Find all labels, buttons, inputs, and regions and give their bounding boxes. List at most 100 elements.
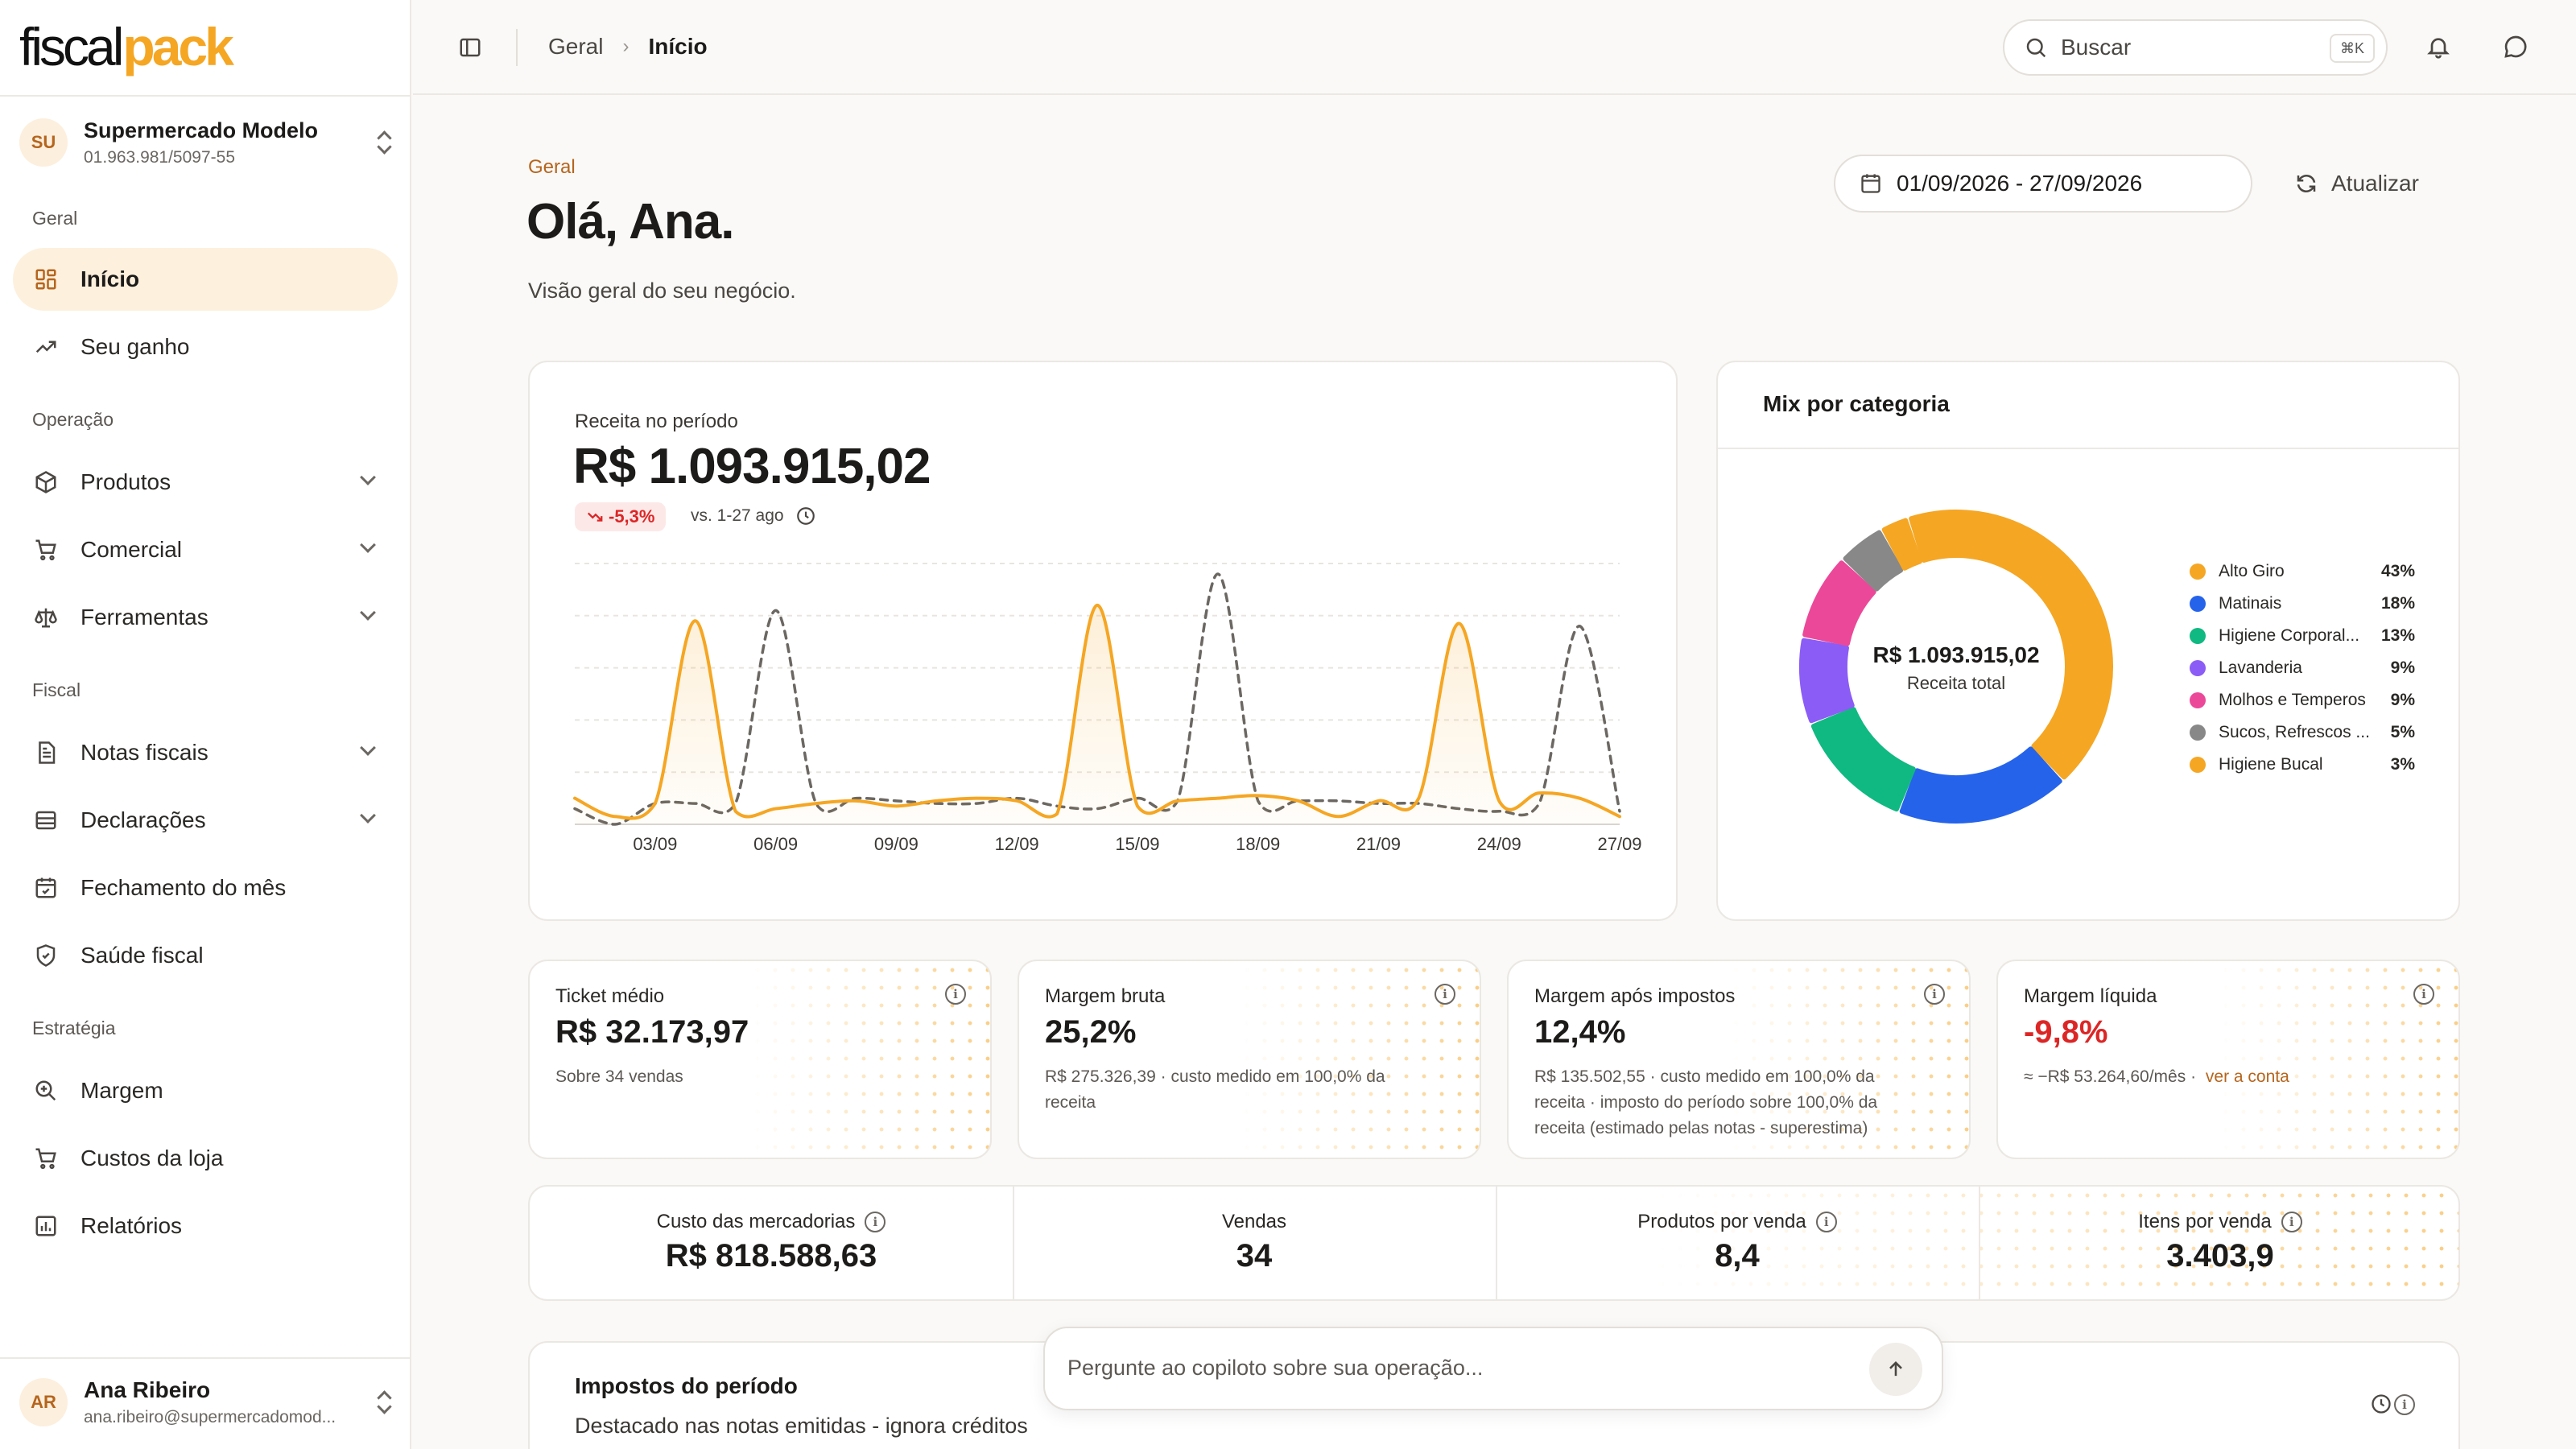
- brand-logo-part2: pack: [122, 17, 233, 76]
- calendar-check-icon: [35, 877, 56, 898]
- sidebar-item-margem[interactable]: Margem: [13, 1059, 398, 1122]
- kpi-card-margem-bruta: Margem bruta 25,2% R$ 275.326,39 · custo…: [1018, 960, 1481, 1159]
- legend-item: Higiene Corporal... 13%: [2190, 620, 2415, 652]
- kpi-card-ticket-medio: Ticket médio R$ 32.173,97 Sobre 34 venda…: [528, 960, 992, 1159]
- kpi-title: Margem líquida: [2024, 985, 2157, 1007]
- stats-strip: Custo das mercadorias i R$ 818.588,63 Ven…: [528, 1185, 2460, 1301]
- copilot-send-button[interactable]: [1869, 1343, 1922, 1396]
- sidebar-item-label: Fechamento do mês: [80, 875, 287, 900]
- legend-label: Higiene Corporal...: [2219, 626, 2360, 645]
- chat-icon[interactable]: [2503, 34, 2529, 60]
- legend-dot: [2190, 564, 2206, 580]
- company-switcher[interactable]: SU Supermercado Modelo 01.963.981/5097-5…: [19, 114, 394, 171]
- x-tick-label: 12/09: [994, 834, 1039, 854]
- ver-a-conta-link[interactable]: ver a conta: [2206, 1067, 2289, 1086]
- copilot-input[interactable]: Pergunte ao copiloto sobre sua operação.…: [1043, 1327, 1943, 1410]
- sidebar-item-label: Margem: [80, 1078, 163, 1103]
- chevron-right-icon: ›: [622, 35, 630, 57]
- search-input[interactable]: Buscar ⌘K: [2003, 19, 2388, 76]
- clock-icon[interactable]: [2370, 1393, 2392, 1415]
- date-range-picker[interactable]: 01/09/2026 - 27/09/2026: [1834, 155, 2252, 213]
- kpi-sub-text: ≈ −R$ 53.264,60/mês ·: [2024, 1067, 2197, 1086]
- sidebar-item-notas-fiscais[interactable]: Notas fiscais: [13, 721, 398, 784]
- breadcrumb: Geral › Início: [548, 34, 708, 60]
- legend-item: Matinais 18%: [2190, 588, 2415, 620]
- legend-pct: 9%: [2390, 658, 2415, 677]
- legend-label: Matinais: [2219, 594, 2282, 613]
- legend-item: Lavanderia 9%: [2190, 652, 2415, 684]
- legend-pct: 3%: [2390, 755, 2415, 774]
- sidebar-item-declaracoes[interactable]: Declarações: [13, 789, 398, 852]
- info-icon[interactable]: i: [945, 984, 966, 1005]
- legend-dot: [2190, 692, 2206, 708]
- kpi-value: R$ 32.173,97: [555, 1014, 749, 1050]
- sidebar-item-fechamento[interactable]: Fechamento do mês: [13, 857, 398, 919]
- sidebar-section-geral: Geral: [32, 208, 78, 229]
- company-name: Supermercado Modelo: [84, 118, 319, 142]
- taxes-title: Impostos do período: [575, 1373, 798, 1398]
- chevron-down-icon: [360, 469, 376, 485]
- user-email: ana.ribeiro@supermercadomod...: [84, 1408, 336, 1426]
- user-menu[interactable]: AR Ana Ribeiro ana.ribeiro@supermercadom…: [19, 1373, 394, 1431]
- sidebar-item-saude-fiscal[interactable]: Saúde fiscal: [13, 924, 398, 987]
- chevron-down-icon: [360, 537, 376, 553]
- stat-value: 34: [1236, 1238, 1273, 1274]
- legend-pct: 43%: [2380, 562, 2415, 580]
- stat-produtos-por-venda: Produtos por venda i 8,4: [1496, 1187, 1979, 1299]
- info-icon[interactable]: i: [865, 1212, 886, 1232]
- legend-item: Sucos, Refrescos ... 5%: [2190, 716, 2415, 749]
- user-avatar: AR: [19, 1378, 68, 1426]
- chevron-down-icon: [360, 807, 376, 824]
- sidebar-item-produtos[interactable]: Produtos: [13, 451, 398, 514]
- sidebar-item-relatorios[interactable]: Relatórios: [13, 1195, 398, 1257]
- clock-icon[interactable]: [795, 506, 816, 526]
- sidebar-item-comercial[interactable]: Comercial: [13, 518, 398, 581]
- legend-dot: [2190, 757, 2206, 773]
- kpi-sub: R$ 275.326,39 · custo medido em 100,0% d…: [1045, 1067, 1385, 1112]
- sidebar-item-inicio[interactable]: Início: [13, 248, 398, 311]
- page-subtitle: Visão geral do seu negócio.: [528, 279, 796, 303]
- stat-title: Produtos por venda: [1637, 1211, 1806, 1232]
- legend-dot: [2190, 660, 2206, 676]
- search-shortcut: ⌘K: [2330, 34, 2375, 63]
- cart-icon: [35, 539, 56, 561]
- info-icon[interactable]: i: [2281, 1212, 2302, 1232]
- divider: [1718, 448, 2458, 449]
- kpi-value: -9,8%: [2024, 1014, 2108, 1050]
- x-tick-label: 18/09: [1236, 834, 1281, 854]
- info-icon[interactable]: i: [1815, 1212, 1837, 1232]
- company-cnpj: 01.963.981/5097-55: [84, 147, 236, 167]
- sidebar-item-seu-ganho[interactable]: Seu ganho: [13, 316, 398, 378]
- sidebar-item-ferramentas[interactable]: Ferramentas: [13, 586, 398, 649]
- bell-icon[interactable]: [2425, 34, 2451, 60]
- sidebar-item-label: Relatórios: [80, 1213, 183, 1238]
- kpi-title: Margem bruta: [1045, 985, 1166, 1007]
- stat-title: Vendas: [1221, 1211, 1287, 1232]
- refresh-button[interactable]: Atualizar: [2294, 166, 2419, 201]
- info-icon[interactable]: i: [1435, 984, 1455, 1005]
- x-tick-label: 09/09: [873, 834, 919, 854]
- sidebar-toggle-icon[interactable]: [458, 35, 482, 60]
- breadcrumb-geral[interactable]: Geral: [548, 34, 603, 60]
- date-range-value: 01/09/2026 - 27/09/2026: [1897, 171, 2143, 196]
- bar-chart-icon: [35, 1216, 56, 1236]
- stat-value: 8,4: [1715, 1238, 1760, 1274]
- brand-logo[interactable]: fiscal pack: [19, 17, 234, 76]
- sidebar: fiscal pack SU Supermercado Modelo 01.963…: [0, 0, 411, 1449]
- info-icon[interactable]: i: [1924, 984, 1945, 1005]
- kpi-sub: ≈ −R$ 53.264,60/mês · ver a conta: [2024, 1064, 2442, 1090]
- trending-up-icon: [35, 341, 56, 353]
- cart-icon: [35, 1148, 56, 1170]
- revenue-value: R$ 1.093.915,02: [573, 439, 931, 494]
- legend-label: Molhos e Temperos: [2219, 691, 2366, 709]
- x-tick-label: 15/09: [1115, 834, 1160, 854]
- legend-pct: 5%: [2390, 723, 2415, 741]
- donut-center-label: Receita total: [1906, 673, 2006, 693]
- info-icon[interactable]: i: [2394, 1394, 2415, 1415]
- sidebar-item-custos-loja[interactable]: Custos da loja: [13, 1127, 398, 1190]
- divider: [0, 95, 411, 97]
- sidebar-item-label: Notas fiscais: [80, 740, 208, 765]
- legend-item: Alto Giro 43%: [2190, 555, 2415, 588]
- donut-center-value: R$ 1.093.915,02: [1872, 642, 2040, 667]
- info-icon[interactable]: i: [2413, 984, 2434, 1005]
